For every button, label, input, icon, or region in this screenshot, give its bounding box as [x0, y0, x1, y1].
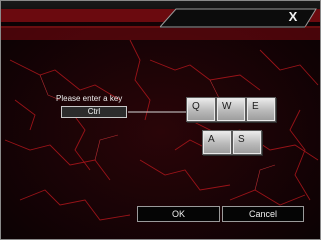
ok-button[interactable]: OK [137, 206, 220, 222]
key-binding-dialog: X Please enter a key Ctrl Q W E A S OK C… [0, 0, 321, 240]
close-button[interactable]: X [282, 9, 304, 25]
key-s[interactable]: S [232, 130, 262, 155]
key-e[interactable]: E [246, 97, 276, 122]
key-field[interactable]: Ctrl [61, 106, 127, 118]
cancel-button[interactable]: Cancel [222, 206, 304, 222]
key-a[interactable]: A [202, 130, 232, 155]
key-w[interactable]: W [216, 97, 246, 122]
key-q[interactable]: Q [186, 97, 216, 122]
prompt-label: Please enter a key [56, 94, 123, 103]
